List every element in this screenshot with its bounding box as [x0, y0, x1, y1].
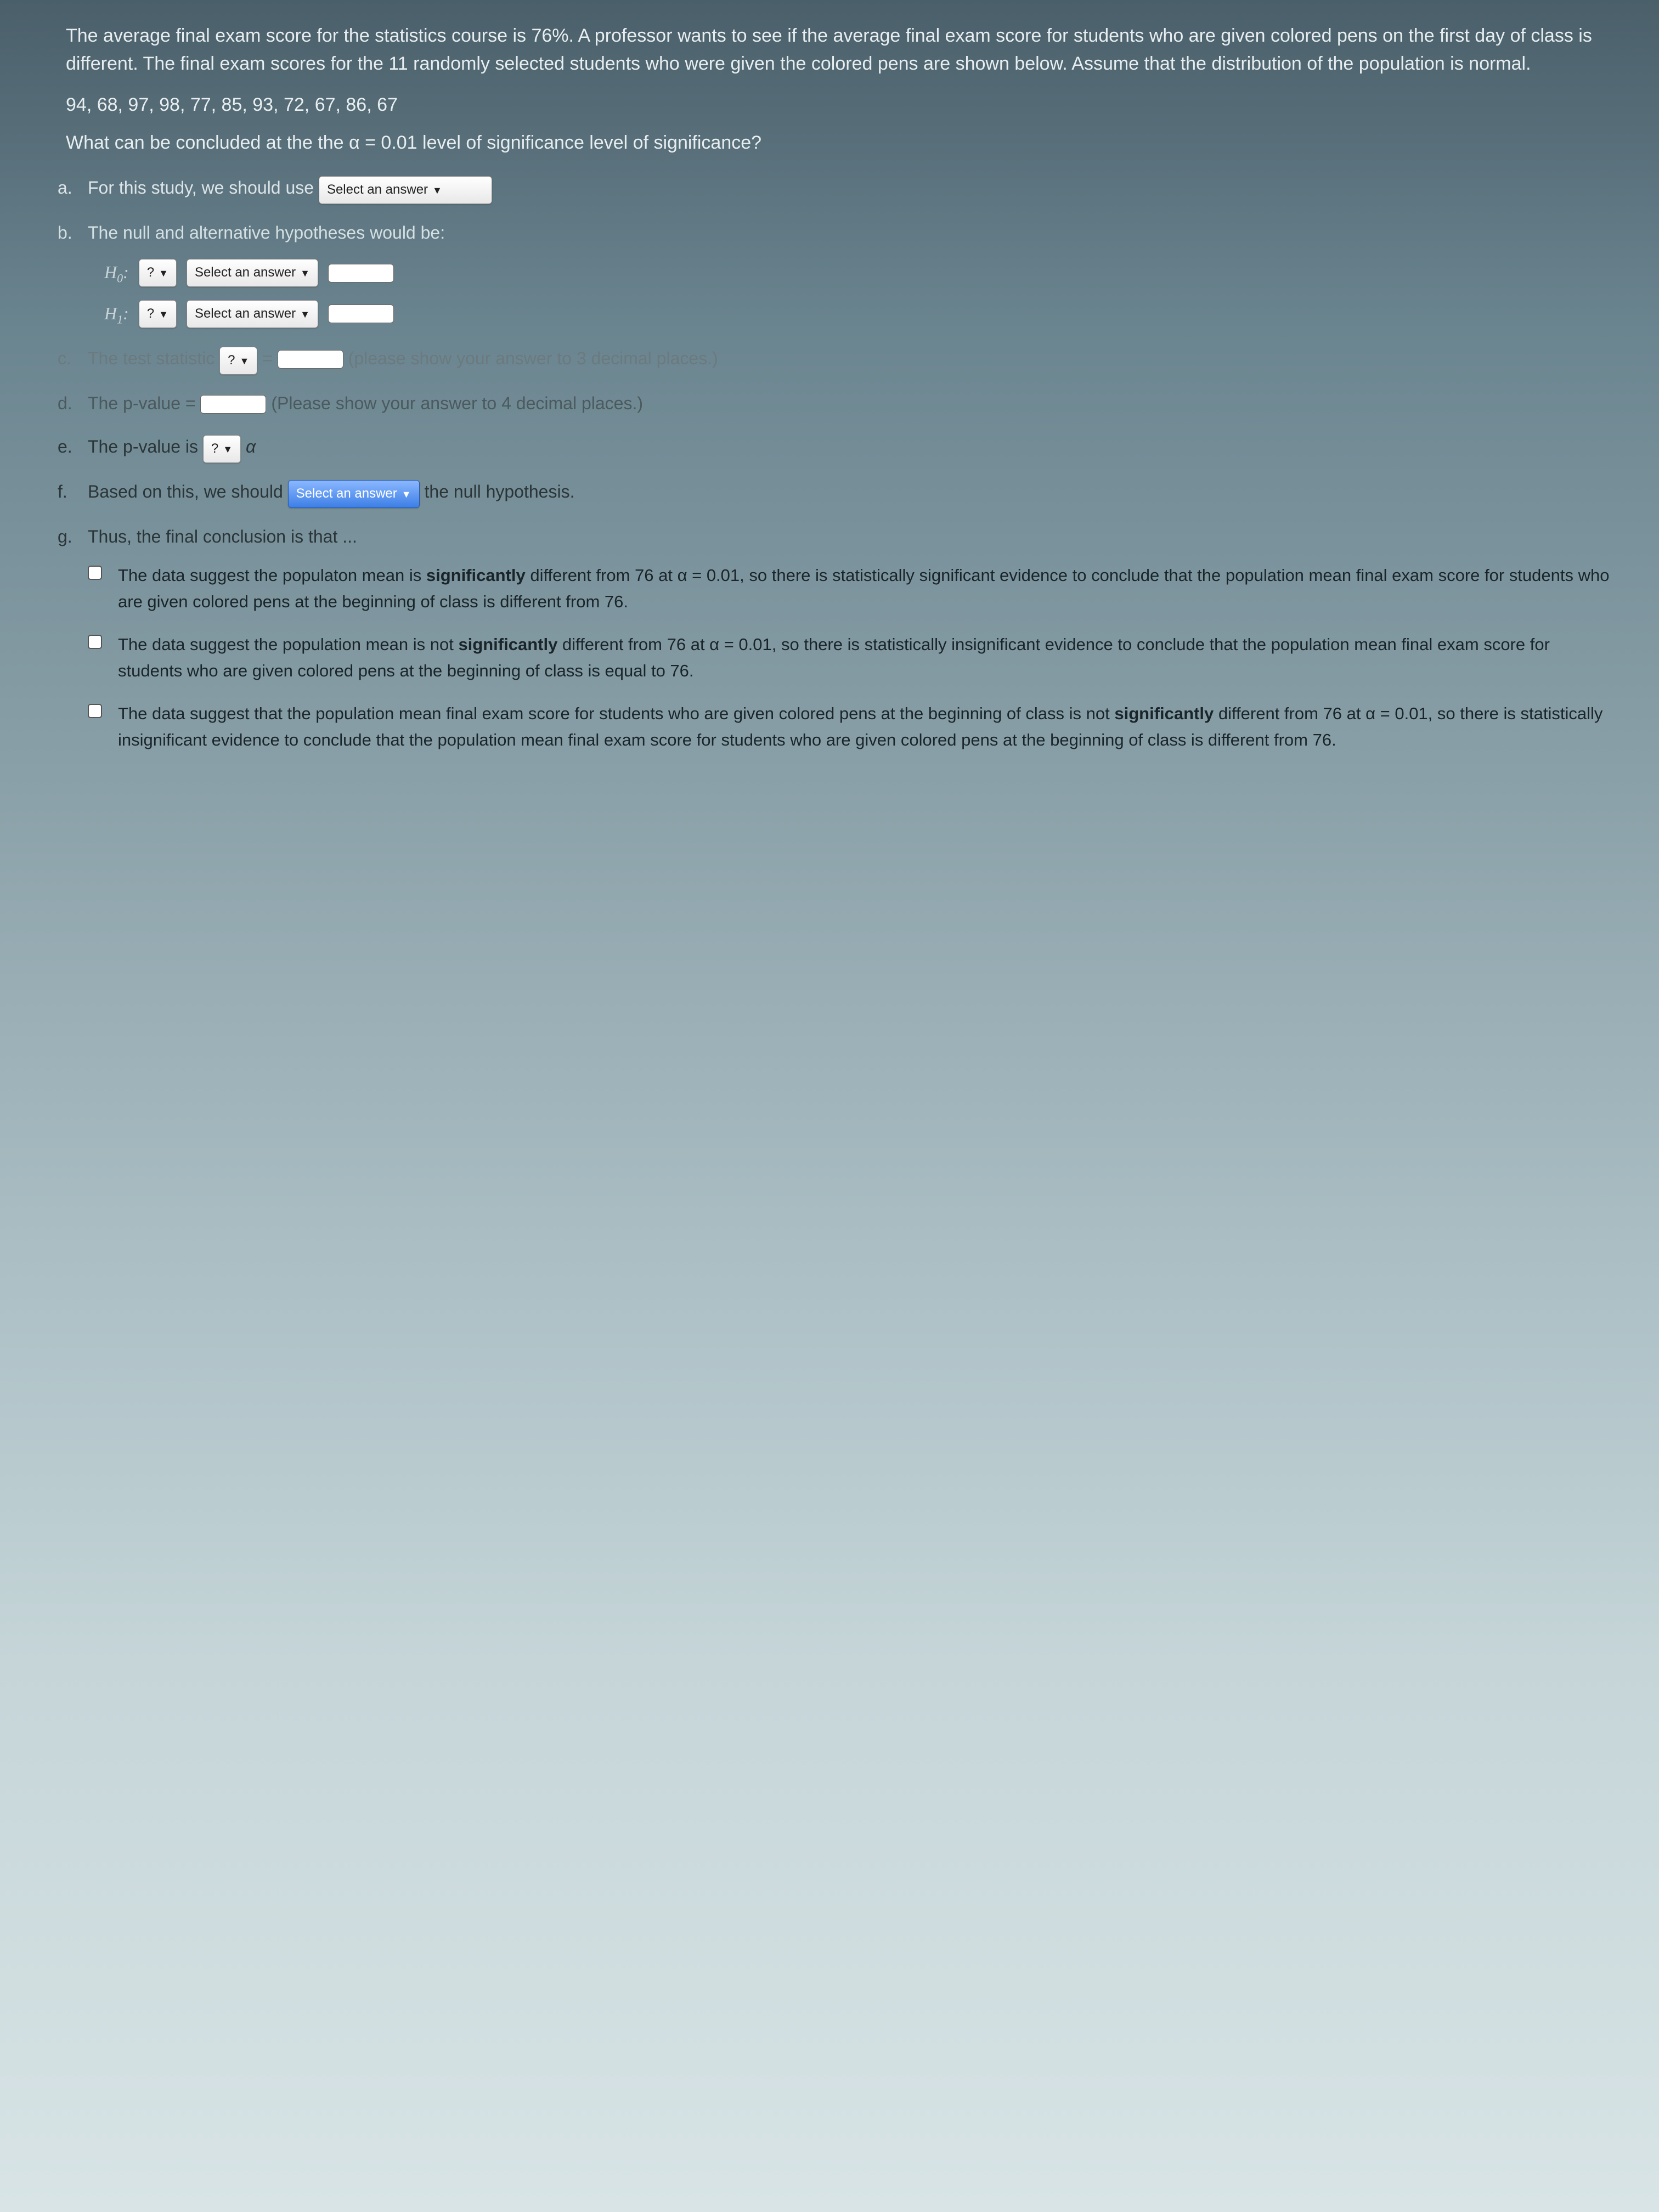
chevron-down-icon: ▼: [159, 309, 168, 320]
decision-select[interactable]: Select an answer▼: [288, 480, 420, 508]
h1-label: H1:: [104, 298, 129, 330]
alpha-symbol: α: [246, 437, 256, 456]
item-g-text: Thus, the final conclusion is that ...: [88, 527, 357, 546]
checkbox-3[interactable]: [88, 704, 102, 718]
chevron-down-icon: ▼: [300, 309, 310, 320]
marker-f: f.: [58, 477, 67, 506]
opt1-bold: significantly: [426, 566, 526, 585]
marker-e: e.: [58, 432, 72, 461]
item-a-text: For this study, we should use: [88, 178, 319, 198]
test-stat-input[interactable]: [278, 350, 343, 369]
test-stat-symbol-select[interactable]: ?▼: [219, 347, 257, 375]
option-3: The data suggest that the population mea…: [118, 701, 1615, 753]
item-c-before: The test statistic: [88, 348, 219, 368]
chevron-down-icon: ▼: [402, 489, 411, 500]
item-b: b. The null and alternative hypotheses w…: [88, 218, 1615, 330]
marker-a: a.: [58, 173, 72, 202]
item-d-after: (Please show your answer to 4 decimal pl…: [271, 393, 643, 413]
h1-value-input[interactable]: [328, 304, 394, 323]
pvalue-compare-select[interactable]: ?▼: [203, 435, 241, 463]
option-2: The data suggest the population mean is …: [118, 631, 1615, 684]
chevron-down-icon: ▼: [239, 356, 249, 366]
question-page: The average final exam score for the sta…: [0, 0, 1659, 792]
item-e-before: The p-value is: [88, 437, 203, 456]
option-1: The data suggest the populaton mean is s…: [118, 562, 1615, 615]
marker-d: d.: [58, 388, 72, 418]
marker-g: g.: [58, 522, 72, 551]
select-test-type[interactable]: Select an answer▼: [319, 176, 492, 204]
item-c-after: (please show your answer to 3 decimal pl…: [348, 348, 718, 368]
opt2-bold: significantly: [458, 635, 557, 654]
main-question: What can be concluded at the the α = 0.0…: [66, 132, 1615, 154]
marker-b: b.: [58, 218, 72, 247]
item-b-text: The null and alternative hypotheses woul…: [88, 223, 445, 242]
opt1-text-a: The data suggest the populaton mean is: [118, 566, 426, 585]
item-a: a. For this study, we should use Select …: [88, 173, 1615, 204]
h0-row: H0: ?▼ Select an answer▼: [104, 257, 1615, 289]
chevron-down-icon: ▼: [300, 268, 310, 279]
opt3-bold: significantly: [1114, 704, 1214, 723]
h0-label: H0:: [104, 257, 129, 289]
h0-param-select[interactable]: ?▼: [139, 259, 177, 287]
chevron-down-icon: ▼: [159, 268, 168, 279]
equals-sign: =: [262, 348, 278, 368]
chevron-down-icon: ▼: [223, 444, 233, 455]
question-list: a. For this study, we should use Select …: [66, 173, 1615, 753]
item-f: f. Based on this, we should Select an an…: [88, 477, 1615, 508]
item-d-before: The p-value =: [88, 393, 200, 413]
h1-param-select[interactable]: ?▼: [139, 300, 177, 328]
h1-operator-select[interactable]: Select an answer▼: [187, 300, 318, 328]
opt3-text-a: The data suggest that the population mea…: [118, 704, 1114, 723]
h0-operator-select[interactable]: Select an answer▼: [187, 259, 318, 287]
conclusion-options: The data suggest the populaton mean is s…: [88, 562, 1615, 753]
sample-data: 94, 68, 97, 98, 77, 85, 93, 72, 67, 86, …: [66, 94, 1615, 116]
problem-intro: The average final exam score for the sta…: [66, 22, 1615, 78]
chevron-down-icon: ▼: [432, 185, 442, 196]
item-g: g. Thus, the final conclusion is that ..…: [88, 522, 1615, 754]
item-d: d. The p-value = (Please show your answe…: [88, 388, 1615, 418]
h0-value-input[interactable]: [328, 264, 394, 283]
item-e: e. The p-value is ?▼ α: [88, 432, 1615, 463]
opt2-text-a: The data suggest the population mean is …: [118, 635, 458, 654]
marker-c: c.: [58, 343, 71, 373]
checkbox-1[interactable]: [88, 566, 102, 580]
pvalue-input[interactable]: [200, 395, 266, 414]
h1-row: H1: ?▼ Select an answer▼: [104, 298, 1615, 330]
checkbox-2[interactable]: [88, 635, 102, 649]
item-c: c. The test statistic ?▼ = (please show …: [88, 343, 1615, 375]
item-f-before: Based on this, we should: [88, 482, 288, 501]
item-f-after: the null hypothesis.: [425, 482, 575, 501]
